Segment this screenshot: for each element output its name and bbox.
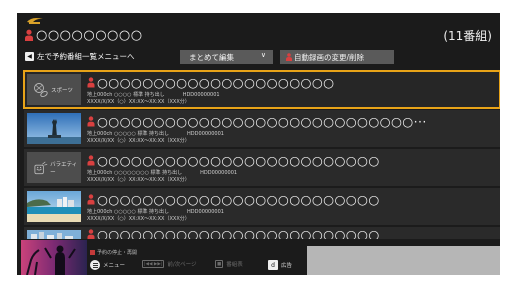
guide-hint: ■ 番組表 (215, 260, 243, 268)
program-datetime: XXXX/X/XX（○）XX:XX〜XX:XX（XXX分） (87, 177, 190, 183)
program-thumbnail (27, 230, 81, 239)
list-item[interactable]: ○○○○○○○○○○○○○○○○○○○○○○○○○○○○··· 地上000ch … (24, 110, 500, 147)
chevron-down-icon: ∨ (260, 51, 266, 59)
program-title-text: ○○○○○○○○○○○○○○○○○○○○○○○○○○○○··· (97, 114, 427, 129)
program-title-text: ○○○○○○○○○○○○○○○○○○○○○ (97, 75, 335, 90)
program-channel-info: 地上000ch ○○○○○ 標準 持ち出し HDD00000001 (87, 208, 224, 215)
beach-photo-icon (27, 191, 81, 222)
record-icon (87, 155, 95, 166)
hdd-label: HDD00000001 (187, 131, 224, 137)
list-item[interactable]: スポーツ ○○○○○○○○○○○○○○○○○○○○○ 地上000ch ○○○○ … (23, 70, 500, 109)
program-title: ○○○○○○○○○○○○○○○○○○○○○ (87, 75, 334, 90)
stop-resume-hint: 予約の停止・再開 (90, 249, 137, 256)
record-icon (87, 77, 95, 88)
live-preview-thumbnail (21, 240, 87, 275)
variety-icon (34, 161, 48, 174)
hdd-label: HDD00000001 (187, 209, 224, 215)
back-label: 左で予約番組一覧メニューへ (37, 52, 135, 61)
sports-icon (34, 82, 48, 97)
ad-hint[interactable]: d 広告 (268, 260, 292, 270)
program-channel-info: 地上000ch ○○○○○○○○ 標準 持ち出し HDD00000001 (87, 169, 237, 176)
list-item[interactable]: ○○○○○○○○○○○○○○○○○○○○○○○○○ 地上000ch ○○○○○ … (24, 188, 500, 225)
hdd-label: HDD00000001 (200, 170, 238, 176)
list-item[interactable]: バラエティー ○○○○○○○○○○○○○○○○○○○○○○○○○ 地上000ch… (24, 149, 500, 186)
program-title: ○○○○○○○○○○○○○○○○○○○○○○○○○ (87, 192, 380, 207)
genre-label: バラエティー (50, 161, 78, 176)
auto-record-icon (286, 53, 292, 61)
d-key-icon: d (268, 260, 278, 270)
skip-key-icon: |◀◀ ▶▶| (142, 260, 165, 268)
menu-icon (90, 260, 100, 270)
program-datetime: XXXX/X/XX（○）XX:XX〜XX:XX（XXX分） (87, 138, 190, 144)
program-thumbnail (27, 113, 81, 144)
bulk-edit-dropdown[interactable]: まとめて編集 ∨ (180, 50, 273, 64)
page-label: 前/次ページ (167, 262, 197, 268)
footer-bar: 予約の停止・再開 メニュー |◀◀ ▶▶| 前/次ページ ■ 番組表 d 広告 (17, 240, 500, 275)
toolbar: ◀ 左で予約番組一覧メニューへ まとめて編集 ∨ 自動録画の変更/削除 (25, 50, 500, 66)
menu-hint[interactable]: メニュー (90, 260, 125, 270)
page-hint: |◀◀ ▶▶| 前/次ページ (142, 260, 197, 268)
menu-label: メニュー (103, 263, 126, 269)
list-item[interactable]: ○○○○○○○○○○○○○○○○○○○○○○○○○ (24, 227, 500, 239)
genre-thumbnail: バラエティー (27, 152, 81, 183)
statue-photo-icon (27, 113, 81, 144)
reservation-list: スポーツ ○○○○○○○○○○○○○○○○○○○○○ 地上000ch ○○○○ … (23, 70, 500, 241)
page-title-row: ○○○○○○○○○ (24, 26, 143, 44)
record-icon (87, 116, 95, 127)
program-title: ○○○○○○○○○○○○○○○○○○○○○○○○○ (87, 153, 380, 168)
genre-thumbnail: スポーツ (27, 74, 81, 105)
preview-image-icon (21, 240, 87, 275)
record-icon (87, 229, 95, 239)
program-channel-info: 地上000ch ○○○○○ 標準 持ち出し HDD00000001 (87, 130, 224, 137)
ad-banner[interactable] (307, 246, 500, 275)
program-title-text: ○○○○○○○○○○○○○○○○○○○○○○○○○ (97, 192, 380, 207)
program-datetime: XXXX/X/XX（○）XX:XX〜XX:XX（XXX分） (87, 99, 190, 105)
auto-recording-label: 自動録画の変更/削除 (294, 52, 365, 62)
program-channel-info: 地上000ch ○○○○ 標準 持ち出し HDD00000001 (87, 91, 220, 98)
back-to-list-link[interactable]: ◀ 左で予約番組一覧メニューへ (25, 51, 135, 62)
record-reservation-icon (25, 29, 33, 41)
auto-recording-button[interactable]: 自動録画の変更/削除 (280, 50, 394, 64)
ad-label: 広告 (281, 263, 293, 269)
left-key-icon: ◀ (25, 52, 34, 61)
program-count: (11番組) (443, 29, 492, 43)
program-title-text: ○○○○○○○○○○○○○○○○○○○○○○○○○ (97, 153, 380, 168)
bulk-edit-label: まとめて編集 (189, 52, 234, 62)
brand-logo-icon (27, 18, 43, 24)
page-title: ○○○○○○○○○ (36, 27, 143, 43)
program-title: ○○○○○○○○○○○○○○○○○○○○○○○○○ (87, 227, 380, 239)
program-datetime: XXXX/X/XX（○）XX:XX〜XX:XX（XXX分） (87, 216, 190, 222)
record-icon (87, 194, 95, 205)
program-title: ○○○○○○○○○○○○○○○○○○○○○○○○○○○○··· (87, 114, 427, 129)
guide-key-icon: ■ (215, 260, 224, 268)
stop-resume-label: 予約の停止・再開 (97, 250, 138, 256)
city-photo-icon (27, 230, 81, 239)
program-title-text: ○○○○○○○○○○○○○○○○○○○○○○○○○ (97, 227, 380, 239)
guide-label: 番組表 (226, 262, 243, 268)
red-key-icon (90, 250, 95, 255)
genre-label: スポーツ (51, 87, 73, 94)
program-thumbnail (27, 191, 81, 222)
tv-screen: ○○○○○○○○○ (11番組) ◀ 左で予約番組一覧メニューへ まとめて編集 … (17, 13, 500, 275)
